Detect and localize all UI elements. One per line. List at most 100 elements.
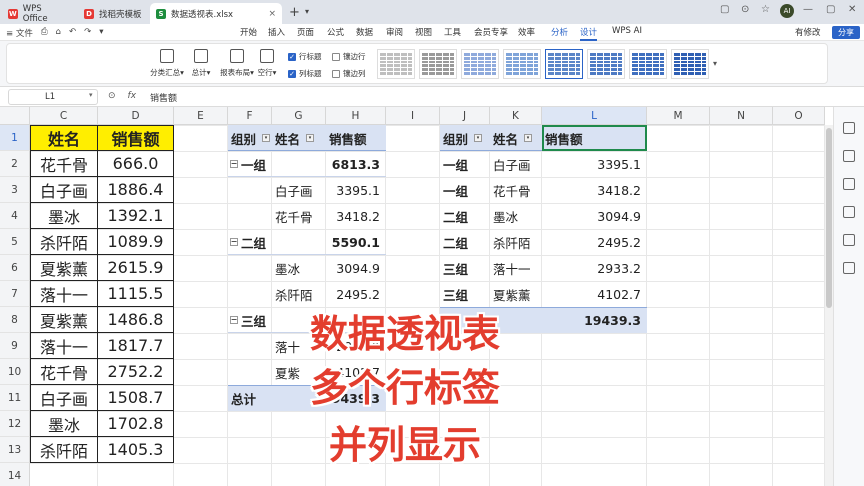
row-header-8[interactable]: 8 [0,307,30,333]
filter-dropdown-icon[interactable]: ▾ [262,134,271,142]
cell-sales[interactable]: 1817.7 [98,333,174,359]
menu-view[interactable]: 视图 [415,26,432,38]
header-sales[interactable]: 销售额 [98,125,174,151]
close-icon[interactable]: ✕ [848,4,856,15]
tools-icon[interactable] [843,206,855,218]
pivot-header-group[interactable]: 组别 ▾ [443,125,490,151]
pivot2-name[interactable]: 落十一 [493,255,545,281]
menu-page[interactable]: 页面 [297,26,314,38]
cell-name[interactable]: 白子画 [30,177,98,203]
column-headers-checkbox[interactable]: ✓ 列标题 [288,68,322,79]
pivot2-value[interactable]: 3094.9 [542,203,647,229]
header-name[interactable]: 姓名 [30,125,98,151]
pivot2-name[interactable]: 白子画 [493,151,545,177]
collapse-icon[interactable]: − [230,160,238,168]
pivot2-value[interactable]: 3418.2 [542,177,647,203]
row-header-4[interactable]: 4 [0,203,30,229]
banded-columns-checkbox[interactable]: 镶边列 [332,68,366,79]
cell-name[interactable]: 花千骨 [30,151,98,177]
avatar[interactable]: AI [780,4,794,18]
pivot-item-name[interactable]: 墨冰 [275,255,329,281]
pivot2-grand-total[interactable]: 19439.3 [542,307,647,333]
pivot2-group[interactable]: 三组 [443,255,493,281]
formula-input[interactable]: 销售额 [150,91,177,104]
menu-analyze[interactable]: 分析 [551,26,568,38]
blank-rows-button[interactable]: 空行▾ [247,49,287,78]
pivot-style-option[interactable] [671,49,709,79]
row-header-13[interactable]: 13 [0,437,30,463]
file-menu[interactable]: ≡ 文件 [6,27,33,39]
grand-total-button[interactable]: 总计▾ [181,49,221,78]
new-tab-button[interactable]: + [289,5,300,20]
row-header-5[interactable]: 5 [0,229,30,255]
name-box[interactable]: L1 [8,89,98,105]
column-header-h[interactable]: H [326,107,386,125]
cell-sales[interactable]: 1405.3 [98,437,174,463]
menu-review[interactable]: 审阅 [386,26,403,38]
changes-indicator[interactable]: 有修改 [795,26,821,38]
cell-name[interactable]: 落十一 [30,333,98,359]
pivot-header-name[interactable]: 姓名 ▾ [493,125,542,151]
scrollbar-thumb[interactable] [826,128,832,308]
pivot2-group[interactable]: 二组 [443,229,493,255]
pivot2-group[interactable]: 二组 [443,203,493,229]
banded-rows-checkbox[interactable]: 镶边行 [332,51,366,62]
pivot2-group[interactable]: 一组 [443,151,493,177]
pivot2-value[interactable]: 3395.1 [542,151,647,177]
pivot2-value[interactable]: 4102.7 [542,281,647,307]
cell-sales[interactable]: 1089.9 [98,229,174,255]
cell-name[interactable]: 杀阡陌 [30,229,98,255]
menu-member[interactable]: 会员专享 [474,26,508,38]
minimize-icon[interactable]: — [803,4,813,15]
row-header-10[interactable]: 10 [0,359,30,385]
tab-wps-office[interactable]: W WPS Office [2,3,74,24]
pivot-style-option[interactable] [419,49,457,79]
pivot-style-option[interactable] [629,49,667,79]
pivot2-name[interactable]: 墨冰 [493,203,545,229]
row-header-2[interactable]: 2 [0,151,30,177]
column-header-l[interactable]: L [542,107,647,125]
close-tab-icon[interactable]: × [268,9,276,19]
row-header-1[interactable]: 1 [0,125,30,151]
window-icon[interactable]: ▢ [720,4,729,15]
home-icon[interactable]: ⌂ [56,27,61,39]
cell-sales[interactable]: 2752.2 [98,359,174,385]
cell-sales[interactable]: 1392.1 [98,203,174,229]
cell-name[interactable]: 墨冰 [30,411,98,437]
pivot-style-option[interactable] [377,49,415,79]
pivot-item-name[interactable]: 花千骨 [275,203,329,229]
pivot-group-label[interactable]: − 一组 [230,151,274,177]
backup-icon[interactable] [843,234,855,246]
cell-sales[interactable]: 1508.7 [98,385,174,411]
cell-sales[interactable]: 666.0 [98,151,174,177]
print-icon[interactable]: ⎙ [41,27,48,39]
property-icon[interactable] [843,122,855,134]
collapse-icon[interactable]: − [230,316,238,324]
cell-name[interactable]: 墨冰 [30,203,98,229]
pivot-header-group[interactable]: 组别 ▾ [231,125,272,151]
row-header-12[interactable]: 12 [0,411,30,437]
gallery-more-icon[interactable]: ▾ [713,59,717,81]
fx-icon[interactable]: fx [128,91,137,101]
pivot-group-total[interactable]: 6813.3 [326,151,386,177]
column-header-i[interactable]: I [386,107,440,125]
cell-name[interactable]: 杀阡陌 [30,437,98,463]
pivot2-value[interactable]: 2495.2 [542,229,647,255]
chevron-down-icon[interactable]: ▾ [89,91,93,99]
menu-efficiency[interactable]: 效率 [518,26,535,38]
maximize-icon[interactable]: ▢ [826,4,835,15]
cell-name[interactable]: 白子画 [30,385,98,411]
cell-sales[interactable]: 1702.8 [98,411,174,437]
row-header-3[interactable]: 3 [0,177,30,203]
style-icon[interactable] [843,178,855,190]
column-header-c[interactable]: C [30,107,98,125]
pivot-style-option[interactable] [587,49,625,79]
pivot-style-option[interactable] [461,49,499,79]
pivot-style-option-selected[interactable] [545,49,583,79]
row-header-9[interactable]: 9 [0,333,30,359]
share-icon[interactable] [843,262,855,274]
pivot-group-label[interactable]: − 二组 [230,229,274,255]
column-header-j[interactable]: J [440,107,490,125]
select-all-corner[interactable] [0,107,30,125]
redo-icon[interactable]: ↷ [84,27,91,39]
